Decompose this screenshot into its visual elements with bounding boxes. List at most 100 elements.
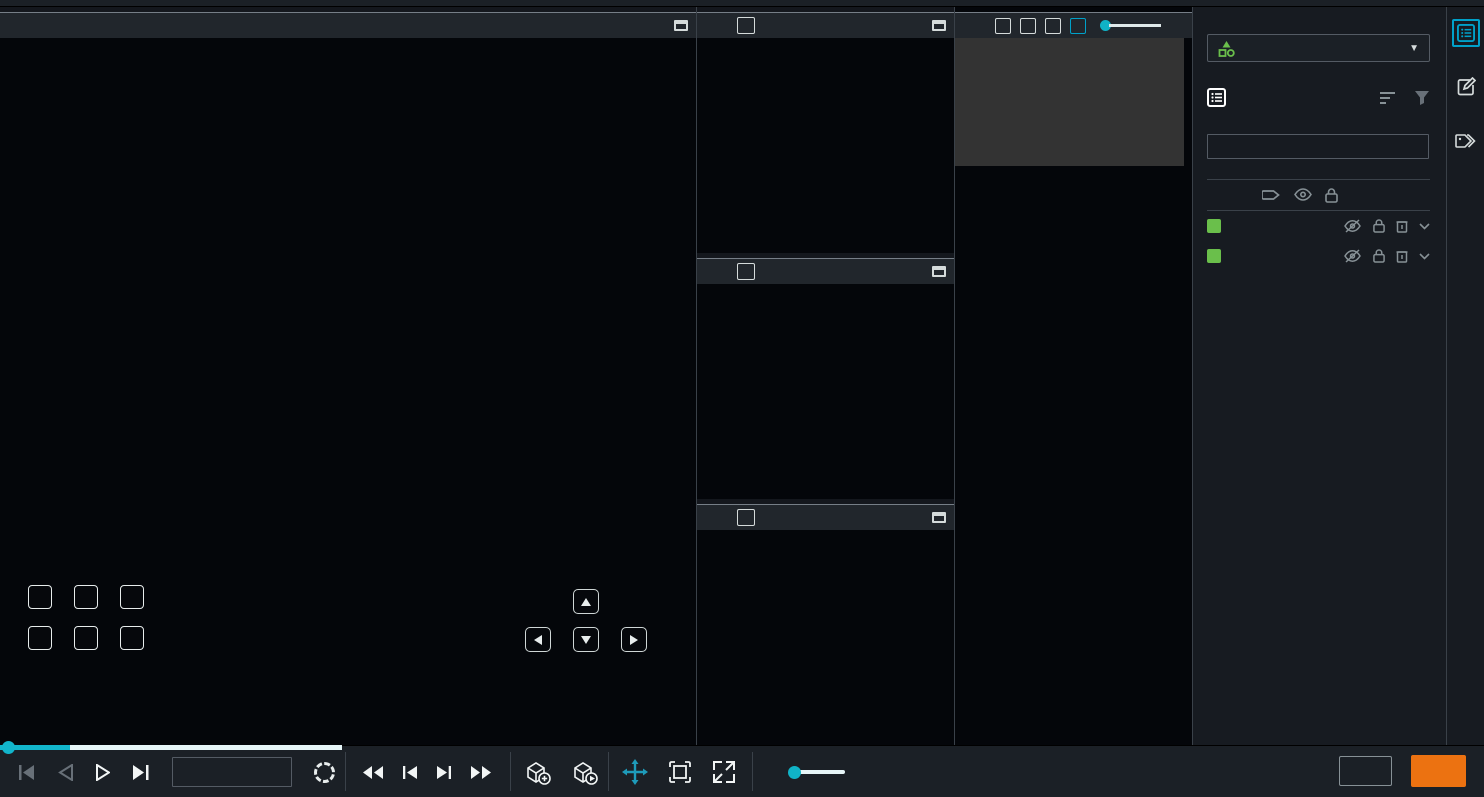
arrow-left-button[interactable] [525,627,551,652]
auto-fit-cuboid-button[interactable] [571,760,598,785]
labels-table-header [1207,180,1430,211]
maximize-icon[interactable] [932,266,946,277]
eye-icon[interactable] [1294,188,1312,201]
edit-icon [1456,77,1476,97]
filter-icon[interactable] [1414,90,1430,105]
chevron-down-icon[interactable] [1419,223,1430,230]
camera-panel-header [955,12,1192,38]
key-w-button[interactable] [74,585,98,609]
submit-button[interactable] [1411,755,1466,787]
chevron-down-icon: ▼ [1409,43,1419,54]
side-view-header [697,258,954,284]
point-size-group [778,746,845,797]
key-d-button[interactable] [120,626,144,650]
slider-knob[interactable] [788,766,801,779]
fast-nav-group [362,746,492,797]
search-labels-input[interactable] [1207,134,1429,159]
camera-mode-p-button[interactable] [1045,18,1061,34]
side-view-canvas[interactable] [697,284,954,499]
maximize-icon[interactable] [932,512,946,523]
label-sidebar: ▼ [1193,7,1447,745]
top-view-header [697,12,954,38]
camera-key-pad [28,585,144,650]
label-category-dropdown[interactable]: ▼ [1207,34,1430,62]
slider-track [1109,24,1161,27]
move-tool-button[interactable] [622,759,648,785]
camera-mode-f-button[interactable] [1020,18,1036,34]
fast-forward-button[interactable] [470,765,492,780]
camera-mode-c-button[interactable] [995,18,1011,34]
list-icon [1207,88,1226,107]
top-view-canvas[interactable] [697,38,954,253]
fullscreen-button[interactable] [712,760,736,784]
sort-icon[interactable] [1380,91,1398,105]
lock-icon[interactable] [1373,249,1385,263]
save-button[interactable] [1339,756,1392,786]
eye-slash-icon[interactable] [1343,249,1362,263]
point-cloud-panel [0,7,697,745]
camera-c-button[interactable] [737,17,755,34]
step-back-button[interactable] [402,765,418,780]
label-row[interactable] [1207,211,1430,241]
view-tools-group [622,746,736,797]
camera-opacity-slider[interactable] [1100,20,1161,31]
trash-icon[interactable] [1396,249,1408,263]
front-view-header [697,504,954,530]
next-frame-button[interactable] [132,764,150,781]
edit-tool-button[interactable] [1452,73,1480,101]
arrow-right-button[interactable] [621,627,647,652]
lock-icon[interactable] [1325,188,1338,203]
play-button[interactable] [95,764,110,781]
labels-list-tool-button[interactable] [1452,19,1480,47]
fit-to-frame-button[interactable] [668,760,692,784]
top-view-panel [697,7,954,253]
label-color-swatch [1207,249,1221,263]
camera-panel [955,7,1193,745]
orthographic-views-column [697,7,955,745]
key-e-button[interactable] [120,585,144,609]
camera-c-button[interactable] [737,263,755,280]
frame-nav-group [18,746,335,797]
camera-scene-render [955,38,1184,166]
point-size-slider[interactable] [788,766,845,779]
tool-rail [1447,7,1484,745]
arrow-down-button[interactable] [573,627,599,652]
cuboid-tools-group [524,746,598,797]
camera-image[interactable] [955,38,1184,166]
front-view-panel [697,499,954,745]
front-view-canvas[interactable] [697,530,954,745]
step-forward-button[interactable] [436,765,452,780]
frame-counter[interactable] [172,757,292,787]
label-row[interactable] [1207,241,1430,271]
bottom-toolbar [0,745,1484,797]
key-a-button[interactable] [28,626,52,650]
maximize-icon[interactable] [932,20,946,31]
rewind-button[interactable] [362,765,384,780]
arrow-up-button[interactable] [573,589,599,614]
lock-icon[interactable] [1373,219,1385,233]
skip-to-first-frame-button[interactable] [18,764,36,781]
seekbar-knob[interactable] [2,741,15,754]
tags-tool-button[interactable] [1452,127,1480,155]
list-icon [1457,24,1475,42]
add-cuboid-button[interactable] [524,760,551,785]
point-cloud-panel-header [0,12,696,38]
maximize-icon[interactable] [674,20,688,31]
tag-icon[interactable] [1262,188,1281,202]
key-s-button[interactable] [74,626,98,650]
key-q-button[interactable] [28,585,52,609]
previous-frame-button[interactable] [58,764,73,781]
category-shapes-icon [1218,40,1235,57]
loading-spinner-icon [314,762,335,783]
camera-mode-b-button[interactable] [1070,18,1086,34]
point-cloud-canvas[interactable] [0,38,696,745]
arrow-pad [523,589,650,652]
camera-c-button[interactable] [737,509,755,526]
side-view-panel [697,253,954,499]
camera-panel-empty [955,166,1192,745]
trash-icon[interactable] [1396,219,1408,233]
label-color-swatch [1207,219,1221,233]
slider-track [798,770,845,774]
chevron-down-icon[interactable] [1419,253,1430,260]
eye-slash-icon[interactable] [1343,219,1362,233]
